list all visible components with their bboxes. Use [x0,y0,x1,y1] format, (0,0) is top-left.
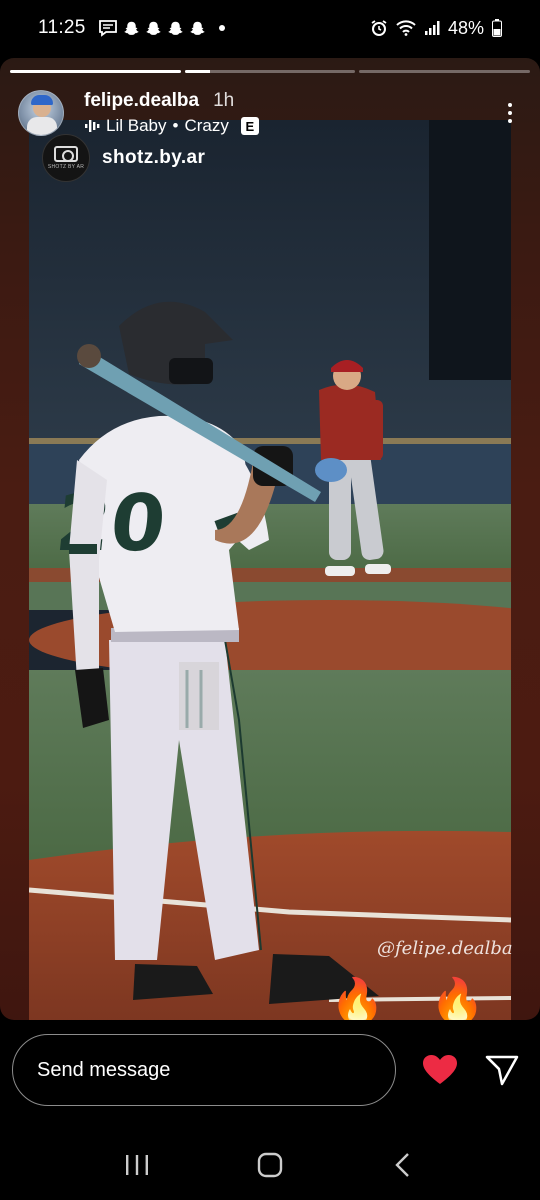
snapchat-ghost-icon [145,21,161,35]
progress-fill [10,70,181,73]
paper-plane-icon [485,1055,519,1086]
explicit-badge: E [240,117,259,135]
signal-icon [424,21,440,35]
photo-watermark: SHOTZ BY AR shotz.by.ar [42,134,205,182]
story-photo: 20 [29,120,511,1020]
back-chevron-icon [395,1153,410,1177]
camera-logo-icon: SHOTZ BY AR [42,134,90,182]
progress-segment [10,70,181,73]
home-icon [257,1152,283,1178]
music-separator: • [172,116,179,135]
fire-sticker[interactable]: 🔥 [330,980,385,1021]
progress-segment [359,70,531,73]
more-options-button[interactable] [498,98,522,128]
watermark-logo-text: SHOTZ BY AR [47,164,85,170]
fire-sticker[interactable]: 🔥 [430,980,485,1021]
snapchat-ghost-icon [189,21,205,35]
music-attribution[interactable]: Lil Baby • Crazy E [84,116,259,136]
alarm-icon [371,20,387,36]
snapchat-ghost-icon [167,21,183,35]
recent-apps-icon [125,1155,148,1175]
music-artist: Lil Baby [106,116,167,135]
photo-handle-text: @felipe.dealba [377,938,513,959]
android-nav-bar [0,1130,540,1200]
recent-apps-button[interactable] [117,1145,157,1185]
story-viewer[interactable]: felipe.dealba 1h Lil Baby • Crazy E 20 S… [0,58,540,1020]
story-header: felipe.dealba 1h Lil Baby • Crazy E [18,86,522,140]
dot-icon [218,25,225,31]
music-song: Crazy [184,116,229,135]
snapchat-ghost-icon [123,21,139,35]
home-button[interactable] [250,1145,290,1185]
audio-wave-icon [85,120,100,132]
heart-icon [423,1055,457,1084]
status-bar: 11:25 48% [0,0,540,56]
like-button[interactable] [420,1050,460,1090]
avatar[interactable] [18,90,64,136]
progress-fill [184,70,211,73]
watermark-account: shotz.by.ar [102,147,206,168]
status-time: 11:25 [38,17,86,38]
reply-bar: Send message [0,1030,540,1110]
battery-icon [492,19,502,37]
share-button[interactable] [482,1050,522,1090]
send-message-input[interactable]: Send message [12,1034,396,1106]
back-button[interactable] [383,1145,423,1185]
story-username[interactable]: felipe.dealba [84,90,199,112]
wifi-icon [396,20,416,36]
story-progress-bar [10,70,531,73]
battery-percent: 48% [447,17,484,38]
story-time-ago: 1h [213,90,235,111]
message-icon [98,20,117,37]
baseball-photo: 20 [29,120,511,1020]
progress-segment [184,70,356,73]
